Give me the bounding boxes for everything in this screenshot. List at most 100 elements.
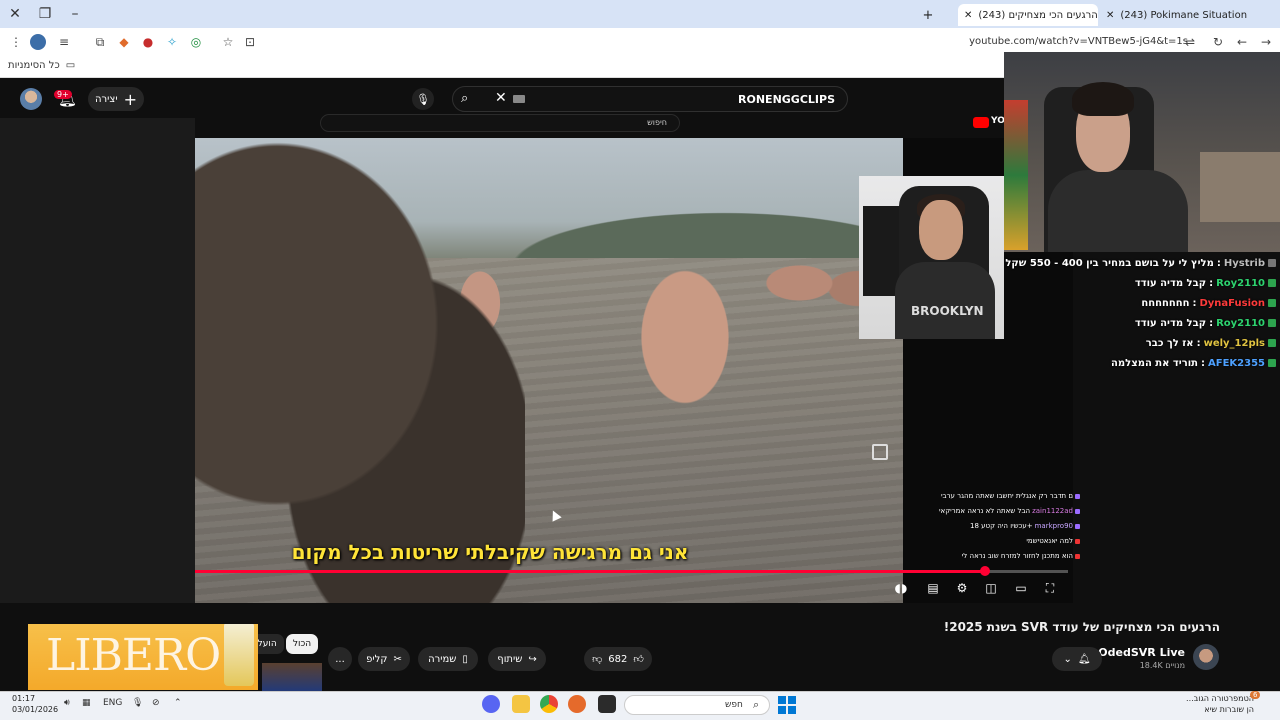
close-tab-icon[interactable]: ✕ <box>1106 10 1114 21</box>
recommended-thumbnail[interactable] <box>262 663 322 691</box>
ad-banner[interactable]: LIBERO <box>28 624 258 690</box>
close-window-icon[interactable]: ✕ <box>0 0 30 28</box>
save-button[interactable]: שמירה ▯ <box>418 647 478 671</box>
chrome-icon[interactable] <box>540 695 558 713</box>
back-icon[interactable]: → <box>1258 34 1274 50</box>
mute-icon[interactable]: ⊘ <box>152 698 160 708</box>
settings-gear-icon[interactable]: ⚙ <box>953 580 971 596</box>
chat-badge-icon <box>1268 259 1276 267</box>
clear-search-icon[interactable]: ✕ <box>495 90 507 106</box>
channel-avatar[interactable] <box>1193 644 1219 670</box>
autoplay-toggle-icon[interactable]: ◖◗ <box>892 580 910 596</box>
chat-message: קבל מדיה עודד <box>1134 277 1207 289</box>
miniplayer-icon[interactable] <box>872 444 888 460</box>
all-bookmarks-folder[interactable]: כל הסימניות ▭ <box>8 60 75 71</box>
chat-message: אז לך כבר <box>1145 337 1194 349</box>
chat-user: wely_12pls <box>1203 337 1265 349</box>
like-dislike-button[interactable]: 👎︎ 682 👍︎ <box>584 647 652 671</box>
chat-line: AFEK2355 : תוריד את המצלמה <box>1111 354 1276 372</box>
file-explorer-icon[interactable] <box>512 695 530 713</box>
stream-echo-header: חיפוש YO <box>195 112 1005 138</box>
share-button[interactable]: שיתוף ↪ <box>488 647 546 671</box>
new-tab-button[interactable]: + <box>918 4 938 26</box>
bell-icon: 🔔︎ <box>1077 653 1091 665</box>
taskbar-search[interactable]: חפש ⌕ <box>624 695 770 715</box>
keyboard-icon[interactable] <box>513 95 525 103</box>
close-tab-icon[interactable]: ✕ <box>964 10 972 21</box>
more-icon: ... <box>335 653 345 665</box>
address-bar[interactable]: youtube.com/watch?v=VNTBew5-jG4&t=1s <box>969 36 1188 47</box>
miniplayer-icon[interactable]: ◫ <box>982 580 1000 596</box>
clip-button[interactable]: קליפ ✂ <box>358 647 410 671</box>
app-icon[interactable] <box>568 695 586 713</box>
create-button[interactable]: יצירה + <box>88 87 144 111</box>
chip-all[interactable]: הכול <box>286 634 318 654</box>
tab-active[interactable]: ✕ (243) הרגעים הכי מצחיקים <box>958 4 1098 26</box>
progress-knob[interactable] <box>980 566 991 576</box>
webcam-head <box>919 200 963 260</box>
subtitles-icon[interactable]: ▤ <box>924 580 942 596</box>
search-bar[interactable]: ⌕ ✕ RONENGGCLIPS <box>452 86 848 112</box>
plus-icon: + <box>123 89 137 109</box>
site-settings-icon[interactable]: ⇌ <box>1182 34 1198 50</box>
more-actions-button[interactable]: ... <box>328 647 352 671</box>
chat-message: מליץ לי על בושם במחיר בין 400 - 550 שקל <box>1005 257 1214 269</box>
avatar[interactable] <box>20 88 42 110</box>
extension-icon[interactable]: ✧ <box>164 34 180 50</box>
reload-icon[interactable]: ↻ <box>1210 34 1226 50</box>
chat-user: zain1122ad <box>1032 507 1073 515</box>
screen: ✕ ❐ – ✕ (243) הרגעים הכי מצחיקים ✕ (243)… <box>0 0 1280 720</box>
theater-mode-icon[interactable]: ▭ <box>1012 580 1030 596</box>
chat-line: Roy2110 : קבל מדיה עודד <box>1135 314 1276 332</box>
restore-window-icon[interactable]: ❐ <box>30 0 60 28</box>
microphone-icon[interactable]: 🎙︎ <box>132 698 143 708</box>
echo-search-bar: חיפוש <box>320 114 680 132</box>
progress-bar[interactable] <box>195 566 1068 576</box>
extension-icon[interactable]: ● <box>140 34 156 50</box>
bookmark-icon: ▯ <box>462 653 468 665</box>
terminal-icon[interactable] <box>598 695 616 713</box>
weather-widget[interactable]: הטמפרטורה הגוב... הן שוברות שיא <box>1186 693 1254 715</box>
menu-icon[interactable]: ⋮ <box>8 34 24 50</box>
all-bookmarks-label: כל הסימניות <box>8 60 60 71</box>
minimize-window-icon[interactable]: – <box>60 0 90 28</box>
like-icon[interactable]: 👍︎ <box>633 653 643 665</box>
subscription-bell-button[interactable]: ⌄ 🔔︎ <box>1052 647 1102 671</box>
language-indicator[interactable]: ENG <box>103 698 122 708</box>
video-player[interactable] <box>195 138 903 603</box>
extension-icon[interactable]: ◎ <box>188 34 204 50</box>
chat-badge-icon <box>1268 339 1276 347</box>
voice-search-icon[interactable]: 🎙︎ <box>412 88 434 110</box>
share-label: שיתוף <box>497 653 523 665</box>
install-app-icon[interactable]: ⊡ <box>242 34 258 50</box>
discord-icon[interactable] <box>482 695 500 713</box>
echo-search-placeholder: חיפוש <box>647 118 667 127</box>
windows-start-icon[interactable] <box>778 696 796 714</box>
video-person <box>605 238 765 458</box>
tab-search-icon[interactable]: ≡ <box>56 34 72 50</box>
channel-name[interactable]: OdedSVR Live <box>1098 646 1185 659</box>
extension-icon[interactable]: ◆ <box>116 34 132 50</box>
extensions-icon[interactable]: ⧉ <box>92 34 108 50</box>
chat-message: : <box>1196 337 1201 349</box>
notifications-badge: 9+ <box>54 90 72 99</box>
fullscreen-icon[interactable]: ⛶ <box>1041 580 1059 596</box>
chat-badge-icon <box>1268 319 1276 327</box>
forward-icon[interactable]: ← <box>1234 34 1250 50</box>
folder-icon: ▭ <box>65 60 76 71</box>
chat-line: ם תדבר רק אנגלית יחשבו שאתה מהגר ערבי <box>941 490 1080 502</box>
profile-icon[interactable] <box>30 34 46 50</box>
weather-subtitle: הן שוברות שיא <box>1204 705 1254 714</box>
chevron-up-icon[interactable]: ⌃ <box>174 698 182 708</box>
search-input[interactable]: RONENGGCLIPS <box>738 93 835 106</box>
network-icon[interactable]: ▦ <box>82 698 91 708</box>
tab-inactive[interactable]: ✕ (243) Pokimane Situation is Path <box>1100 4 1250 26</box>
streamer-webcam-large <box>1004 52 1280 252</box>
dislike-icon[interactable]: 👎︎ <box>592 653 602 665</box>
taskbar-clock[interactable]: 01:17 03/01/2026 <box>12 693 58 715</box>
volume-icon[interactable]: 🔊︎ <box>64 698 70 708</box>
bookmark-star-icon[interactable]: ☆ <box>220 34 236 50</box>
save-label: שמירה <box>428 653 457 665</box>
search-icon[interactable]: ⌕ <box>461 91 468 106</box>
tab-title: (243) הרגעים הכי מצחיקים <box>978 9 1098 21</box>
